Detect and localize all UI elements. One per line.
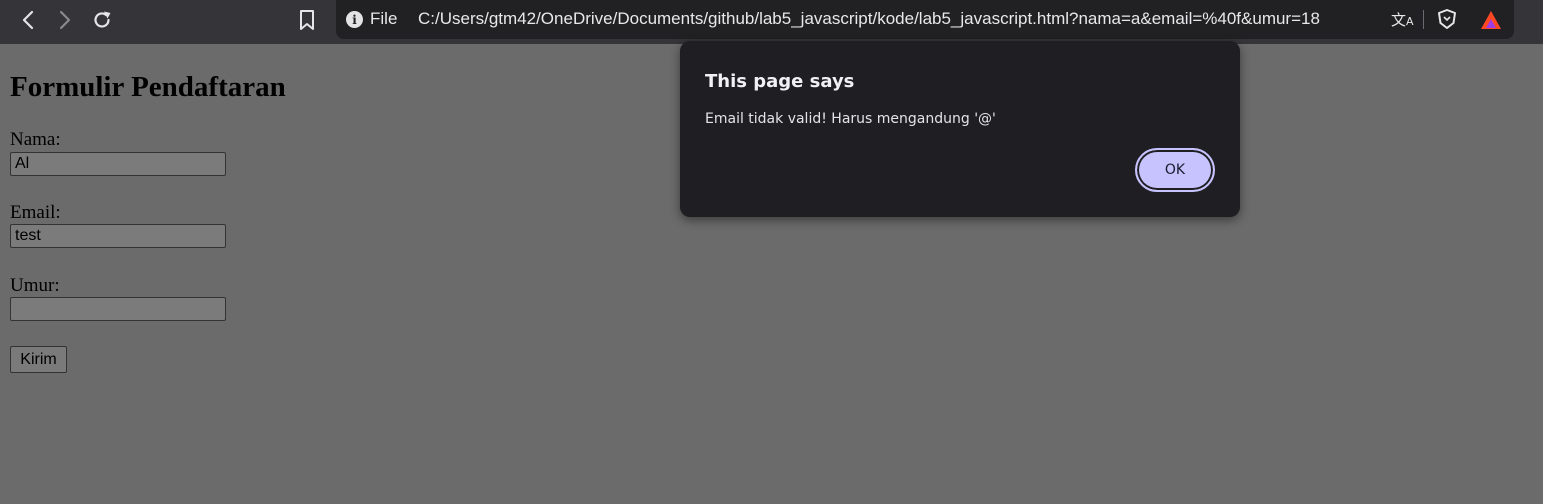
toolbar-divider — [1423, 10, 1424, 29]
browser-toolbar: i File C:/Users/gtm42/OneDrive/Documents… — [0, 0, 1543, 44]
reload-icon — [94, 11, 111, 28]
address-bar[interactable]: i File C:/Users/gtm42/OneDrive/Documents… — [336, 0, 1514, 39]
reload-button[interactable] — [86, 6, 118, 34]
alert-dialog: This page says Email tidak valid! Harus … — [680, 41, 1240, 217]
bookmark-button[interactable] — [291, 6, 323, 34]
translate-icon[interactable]: 文A — [1391, 9, 1414, 30]
rewards-triangle-icon[interactable] — [1479, 9, 1503, 31]
email-field[interactable]: test — [10, 224, 226, 248]
back-button[interactable] — [12, 6, 44, 34]
name-label: Nama: — [10, 129, 61, 150]
email-label: Email: — [10, 202, 61, 223]
bookmark-icon — [300, 10, 314, 30]
scheme-label: File — [370, 9, 398, 28]
shield-icon[interactable] — [1436, 8, 1458, 30]
page-title: Formulir Pendaftaran — [10, 71, 286, 103]
age-field[interactable] — [10, 297, 226, 321]
forward-button[interactable] — [49, 6, 81, 34]
chevron-right-icon — [59, 10, 71, 30]
age-label: Umur: — [10, 275, 60, 296]
url-text[interactable]: C:/Users/gtm42/OneDrive/Documents/github… — [418, 9, 1320, 29]
chevron-left-icon — [22, 10, 34, 30]
name-field[interactable]: Al — [10, 152, 226, 176]
ok-button[interactable]: OK — [1135, 148, 1215, 192]
submit-button[interactable]: Kirim — [10, 346, 67, 373]
dialog-title: This page says — [705, 71, 855, 92]
dialog-message: Email tidak valid! Harus mengandung '@' — [705, 111, 996, 127]
info-icon[interactable]: i — [346, 11, 363, 28]
